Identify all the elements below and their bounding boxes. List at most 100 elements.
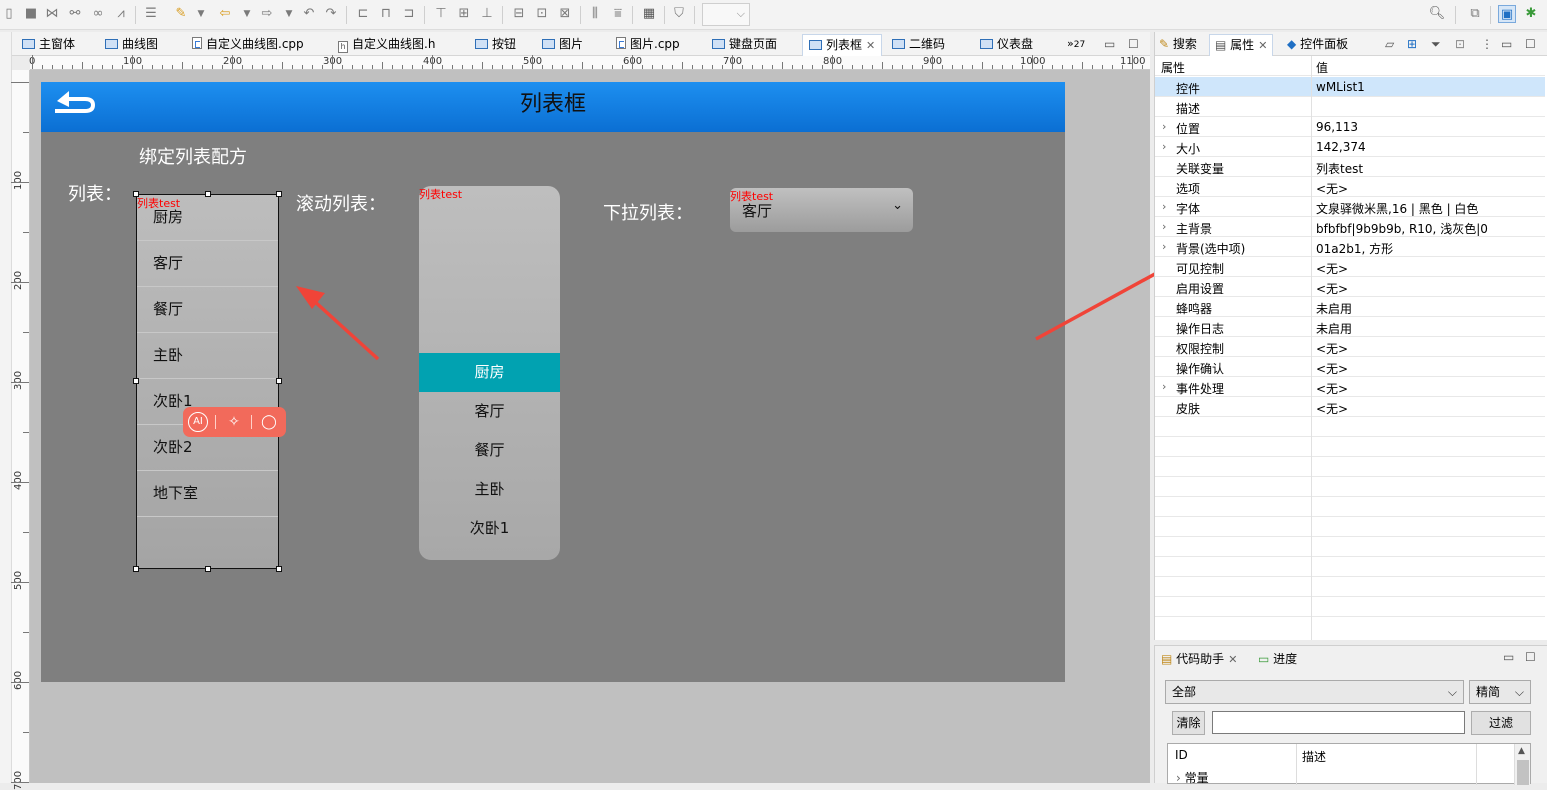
empty-row <box>1155 557 1545 577</box>
tab-code-helper[interactable]: ▤ 代码助手 ✕ <box>1161 650 1237 667</box>
clear-button[interactable]: 清除 <box>1172 711 1205 735</box>
chevron-right-icon[interactable]: › <box>1162 220 1166 233</box>
empty-row <box>1155 477 1545 497</box>
new-icon[interactable]: ▱ <box>1385 34 1394 56</box>
property-header: 属性 值 <box>1155 56 1545 76</box>
arrow-line <box>311 298 380 361</box>
property-row[interactable]: › 位置 96,113 <box>1155 117 1545 137</box>
empty-row <box>1155 517 1545 537</box>
property-name: 选项 <box>1176 182 1201 196</box>
property-name: 可见控制 <box>1176 262 1225 276</box>
property-value[interactable]: <无> <box>1316 360 1348 377</box>
property-value[interactable]: <无> <box>1316 340 1348 357</box>
property-value[interactable]: 142,374 <box>1316 140 1366 154</box>
close-icon[interactable]: ✕ <box>1228 653 1237 666</box>
property-name: 事件处理 <box>1176 382 1225 396</box>
tab-search[interactable]: ✎ 搜索 <box>1159 34 1197 56</box>
property-table: 属性 值控件 wMList1 描述 › 位置 96,113 › 大小 142,374 关联变量 列表t… <box>1155 56 1547 640</box>
property-row[interactable]: 权限控制 <无> <box>1155 337 1545 357</box>
empty-row <box>1155 597 1545 617</box>
minimize-icon[interactable]: ▭ <box>1503 650 1514 664</box>
property-row[interactable]: › 事件处理 <无> <box>1155 377 1545 397</box>
property-name: 启用设置 <box>1176 282 1225 296</box>
property-name: 大小 <box>1176 142 1201 156</box>
filter-input[interactable] <box>1212 711 1465 734</box>
property-value[interactable]: 96,113 <box>1316 120 1358 134</box>
property-row[interactable]: 控件 wMList1 <box>1155 77 1545 97</box>
property-name: 操作确认 <box>1176 362 1225 376</box>
property-name: 操作日志 <box>1176 322 1225 336</box>
advanced-icon[interactable]: ⊡ <box>1455 34 1465 56</box>
property-value[interactable]: <无> <box>1316 400 1348 417</box>
filter-icon[interactable]: ⏷ <box>1431 34 1441 56</box>
property-value[interactable]: 文泉驿微米黑,16 | 黑色 | 白色 <box>1316 200 1478 217</box>
property-row[interactable]: 描述 <box>1155 97 1545 117</box>
property-row[interactable]: 皮肤 <无> <box>1155 397 1545 417</box>
property-value[interactable]: 未启用 <box>1316 320 1352 337</box>
empty-row <box>1155 537 1545 557</box>
minimize-icon[interactable]: ▭ <box>1501 34 1512 56</box>
chevron-right-icon[interactable]: › <box>1162 140 1166 153</box>
maximize-icon[interactable]: ☐ <box>1525 34 1536 56</box>
chevron-down-icon: ⌵ <box>1447 685 1457 699</box>
property-name: 主背景 <box>1176 222 1213 236</box>
property-value[interactable]: <无> <box>1316 280 1348 297</box>
property-name: 背景(选中项) <box>1176 242 1246 256</box>
property-value[interactable]: <无> <box>1316 180 1348 197</box>
property-value[interactable]: <无> <box>1316 380 1348 397</box>
empty-row <box>1155 497 1545 517</box>
property-name: 蜂鸣器 <box>1176 302 1213 316</box>
property-row[interactable]: 蜂鸣器 未启用 <box>1155 297 1545 317</box>
property-row[interactable]: › 主背景 bfbfbf|9b9b9b, R10, 浅灰色|0 <box>1155 217 1545 237</box>
tree-row[interactable]: › 常量 <box>1176 769 1209 786</box>
empty-row <box>1155 417 1545 437</box>
column-id: ID <box>1175 748 1188 762</box>
property-value[interactable]: 未启用 <box>1316 300 1352 317</box>
property-row[interactable]: 可见控制 <无> <box>1155 257 1545 277</box>
tab-progress[interactable]: ▭ 进度 <box>1258 650 1297 667</box>
property-row[interactable]: › 字体 文泉驿微米黑,16 | 黑色 | 白色 <box>1155 197 1545 217</box>
empty-row <box>1155 577 1545 597</box>
mode-select[interactable]: 精简 ⌵ <box>1469 680 1531 704</box>
property-value[interactable]: 列表test <box>1316 160 1363 177</box>
property-row[interactable]: 选项 <无> <box>1155 177 1545 197</box>
search-tool-icon: ✎ <box>1159 37 1170 51</box>
chevron-right-icon[interactable]: › <box>1162 380 1166 393</box>
more-icon[interactable]: ⋮ <box>1481 34 1493 56</box>
chevron-down-icon: ⌵ <box>1514 685 1524 699</box>
property-name: 字体 <box>1176 202 1201 216</box>
scroll-thumb[interactable] <box>1517 760 1529 785</box>
code-helper-panel: ▤ 代码助手 ✕ ▭ 进度 ▭ ☐ 全部 ⌵ 精简 ⌵ 清除 过滤 ID 描述 › 常… <box>1154 645 1547 786</box>
property-row[interactable]: 操作日志 未启用 <box>1155 317 1545 337</box>
property-row[interactable]: 启用设置 <无> <box>1155 277 1545 297</box>
close-icon[interactable]: ✕ <box>1258 39 1267 52</box>
property-row[interactable]: 关联变量 列表test <box>1155 157 1545 177</box>
property-value[interactable]: wMList1 <box>1316 80 1365 94</box>
empty-row <box>1155 437 1545 457</box>
chevron-right-icon[interactable]: › <box>1162 200 1166 213</box>
scroll-up-icon[interactable]: ▲ <box>1518 746 1525 756</box>
property-value[interactable]: 01a2b1, 方形 <box>1316 240 1393 257</box>
scope-select[interactable]: 全部 ⌵ <box>1165 680 1464 704</box>
property-row[interactable]: › 大小 142,374 <box>1155 137 1545 157</box>
header-name: 属性 <box>1161 61 1186 75</box>
scrollbar[interactable]: ▲ <box>1514 744 1530 785</box>
tab-widget-panel[interactable]: ◆ 控件面板 <box>1287 34 1348 56</box>
filter-button[interactable]: 过滤 <box>1471 711 1531 735</box>
property-name: 描述 <box>1176 102 1201 116</box>
column-divider <box>1311 56 1312 640</box>
tab-properties[interactable]: ▤ 属性 ✕ <box>1209 34 1274 56</box>
tree-icon[interactable]: ⊞ <box>1407 34 1417 56</box>
column-desc: 描述 <box>1302 750 1327 764</box>
header-value: 值 <box>1316 61 1329 75</box>
property-row[interactable]: 操作确认 <无> <box>1155 357 1545 377</box>
property-row[interactable]: › 背景(选中项) 01a2b1, 方形 <box>1155 237 1545 257</box>
property-value[interactable]: bfbfbf|9b9b9b, R10, 浅灰色|0 <box>1316 220 1488 237</box>
symbol-table: ID 描述 › 常量 ▲ <box>1167 743 1531 786</box>
chevron-right-icon[interactable]: › <box>1162 120 1166 133</box>
property-value[interactable]: <无> <box>1316 260 1348 277</box>
property-name: 位置 <box>1176 122 1201 136</box>
property-name: 权限控制 <box>1176 342 1225 356</box>
maximize-icon[interactable]: ☐ <box>1525 650 1536 664</box>
chevron-right-icon[interactable]: › <box>1162 240 1166 253</box>
